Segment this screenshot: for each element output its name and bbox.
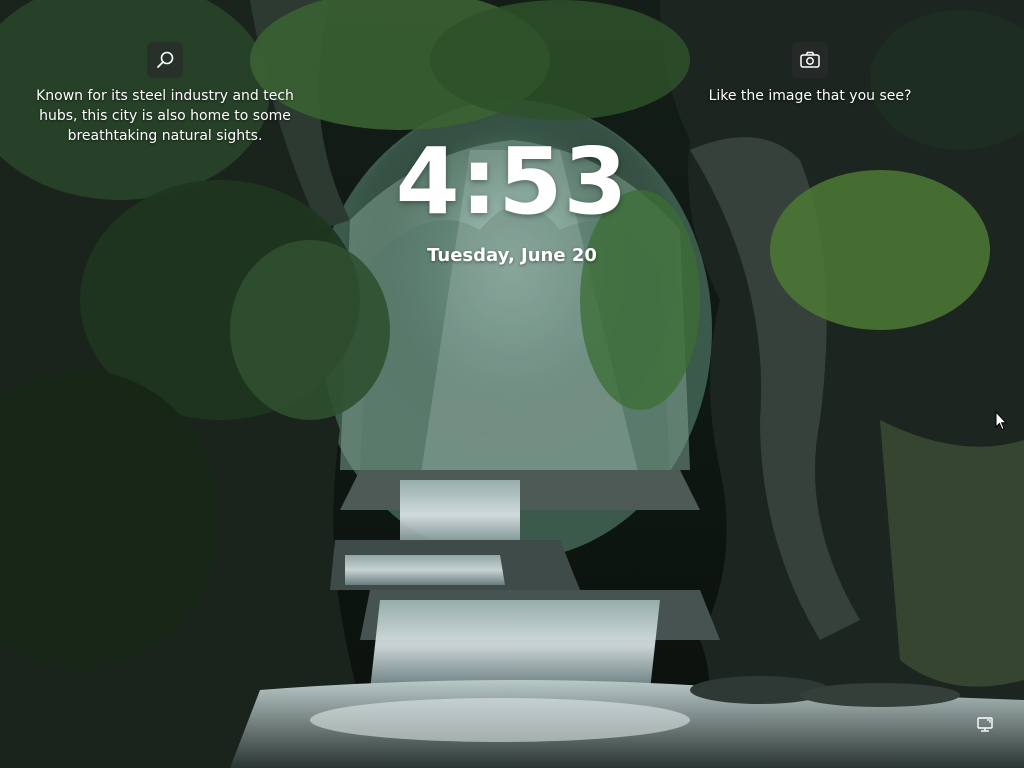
spotlight-like: Like the image that you see?: [700, 42, 920, 106]
lock-screen-date: Tuesday, June 20: [427, 245, 597, 266]
lock-screen-time: 4:53: [395, 128, 629, 235]
network-icon[interactable]: [975, 716, 995, 736]
camera-icon-glyph: [800, 51, 820, 68]
spotlight-info-text[interactable]: Known for its steel industry and tech hu…: [26, 86, 304, 146]
lock-screen[interactable]: Known for its steel industry and tech hu…: [0, 0, 1024, 768]
camera-icon[interactable]: [792, 42, 828, 78]
spotlight-like-text[interactable]: Like the image that you see?: [700, 86, 920, 106]
search-icon-glyph: [157, 51, 174, 68]
search-icon[interactable]: [147, 42, 183, 78]
spotlight-info: Known for its steel industry and tech hu…: [26, 42, 304, 146]
